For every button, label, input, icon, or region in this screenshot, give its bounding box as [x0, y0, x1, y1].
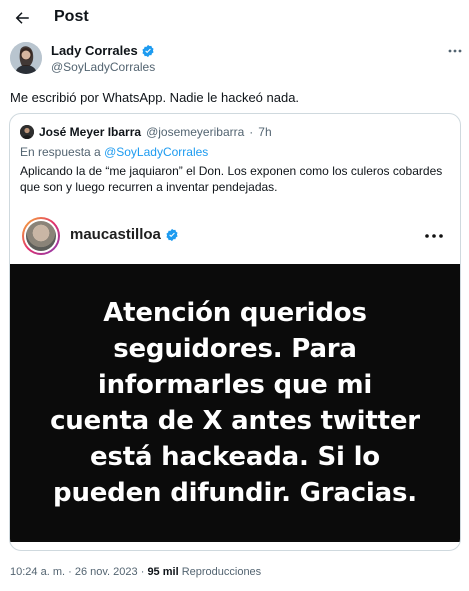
- quote-header: José Meyer Ibarra @josemeyeribarra · 7h: [20, 124, 272, 140]
- more-horizontal-icon: [448, 49, 462, 53]
- back-button[interactable]: [8, 4, 36, 32]
- author-name-text: Lady Corrales: [51, 43, 138, 58]
- views-count: 95 mil: [147, 566, 179, 578]
- tweet-date[interactable]: 26 nov. 2023: [75, 566, 138, 578]
- more-horizontal-icon: [425, 234, 443, 238]
- reply-prefix: En respuesta a: [20, 145, 101, 159]
- quote-avatar[interactable]: [20, 125, 34, 139]
- tweet-text: Me escribió por WhatsApp. Nadie le hacke…: [10, 90, 300, 105]
- tweet-author: Lady Corrales @SoyLadyCorrales: [10, 42, 465, 76]
- verified-badge-icon: [166, 228, 178, 241]
- quoted-tweet[interactable]: José Meyer Ibarra @josemeyeribarra · 7h …: [9, 113, 461, 551]
- quote-separator: ·: [249, 125, 254, 139]
- meta-separator: ·: [140, 566, 145, 578]
- page-title: Post: [54, 8, 89, 25]
- instagram-username: maucastilloa: [70, 226, 179, 243]
- quoted-media-image[interactable]: Atención queridos seguidores. Para infor…: [10, 264, 460, 542]
- reply-to-link[interactable]: @SoyLadyCorrales: [104, 145, 208, 159]
- reply-context: En respuesta a @SoyLadyCorrales: [20, 145, 208, 159]
- instagram-more-icon: [424, 229, 444, 243]
- avatar[interactable]: [10, 42, 42, 74]
- quote-time[interactable]: 7h: [258, 125, 271, 139]
- tweet-time[interactable]: 10:24 a. m.: [10, 566, 65, 578]
- quote-text: Aplicando la de “me jaquiaron” el Don. L…: [20, 164, 443, 194]
- tweet-metadata: 10:24 a. m. · 26 nov. 2023 · 95 mil Repr…: [10, 566, 261, 578]
- quote-author-name[interactable]: José Meyer Ibarra: [39, 125, 141, 139]
- arrow-left-icon: [15, 12, 29, 24]
- instagram-username-text: maucastilloa: [70, 226, 161, 243]
- views-label: Reproducciones: [181, 566, 262, 578]
- verified-badge-icon: [142, 44, 154, 57]
- instagram-avatar: [22, 217, 60, 255]
- top-bar: Post: [0, 0, 469, 36]
- quote-author-handle[interactable]: @josemeyeribarra: [146, 125, 244, 139]
- image-text: Atención queridos seguidores. Para infor…: [50, 298, 420, 508]
- meta-separator: ·: [68, 566, 72, 578]
- author-name[interactable]: Lady Corrales: [51, 43, 155, 58]
- instagram-header: maucastilloa: [10, 211, 460, 261]
- more-options-button[interactable]: [445, 44, 465, 58]
- author-handle[interactable]: @SoyLadyCorrales: [51, 60, 155, 74]
